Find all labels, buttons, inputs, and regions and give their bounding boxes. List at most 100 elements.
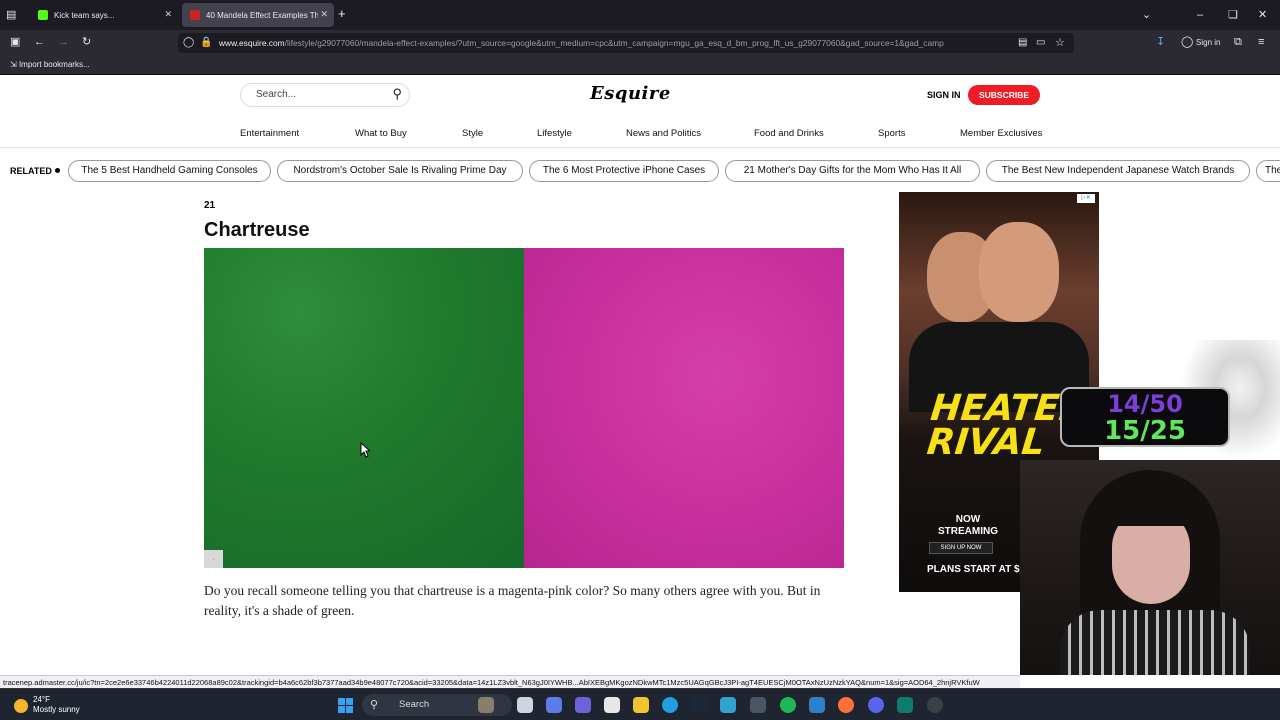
browser-nav-bar: ▣ ← → ↻ ◯ 🔒 www.esquire.com/lifestyle/g2…: [0, 30, 1280, 56]
nav-item-news-and-politics[interactable]: News and Politics: [626, 128, 701, 139]
lock-icon[interactable]: 🔒: [200, 36, 212, 50]
status-link-url: tracenep.admaster.cc/ju/ic?tn=2ce2e6e337…: [0, 675, 1020, 688]
file-explorer-icon[interactable]: [633, 697, 649, 713]
image-credit-toggle[interactable]: .: [204, 550, 223, 568]
picture-in-picture-icon[interactable]: ▭: [1036, 36, 1045, 50]
related-strip: RELATED The 5 Best Handheld Gaming Conso…: [0, 159, 1280, 183]
related-label-text: RELATED: [10, 166, 52, 176]
ad-sign-up-button[interactable]: SIGN UP NOW: [929, 542, 993, 554]
task-view-icon[interactable]: [517, 697, 533, 713]
search-input[interactable]: [256, 89, 376, 100]
related-pill[interactable]: The 6 Most Protective iPhone Cases: [529, 160, 719, 182]
window-close-icon[interactable]: ✕: [1258, 8, 1267, 22]
menu-hamburger-icon[interactable]: ≡: [1258, 35, 1264, 49]
sign-in-link[interactable]: SIGN IN: [927, 90, 961, 100]
search-icon[interactable]: ⚲: [392, 86, 402, 102]
url-bar[interactable]: ◯ 🔒 www.esquire.com/lifestyle/g29077060/…: [178, 33, 1074, 53]
tab-list-icon[interactable]: ▤: [6, 8, 16, 22]
url-path: /lifestyle/g29077060/mandela-effect-exam…: [284, 38, 944, 48]
url-host: www.esquire.com: [219, 38, 285, 48]
teams-icon[interactable]: [575, 697, 591, 713]
score-counter: 14/50 15/25: [1060, 387, 1230, 447]
streamer-bangs: [1104, 490, 1198, 526]
import-bookmarks-link[interactable]: ⇲ Import bookmarks...: [10, 60, 90, 69]
webcam-feed: [1020, 460, 1280, 675]
obs-icon[interactable]: [927, 697, 943, 713]
bookmark-star-icon[interactable]: ☆: [1055, 36, 1065, 50]
forward-arrow-icon[interactable]: →: [58, 35, 69, 49]
related-dot: [54, 168, 60, 173]
reload-icon[interactable]: ↻: [82, 35, 91, 49]
shield-icon[interactable]: ◯: [183, 36, 194, 50]
green-swatch-image: [204, 248, 524, 568]
weather-temperature[interactable]: 24°F: [33, 695, 50, 704]
mouse-cursor-icon: [360, 442, 370, 458]
nav-item-what-to-buy[interactable]: What to Buy: [355, 128, 407, 139]
tab-esquire[interactable]: 40 Mandela Effect Examples Th ✕: [182, 3, 334, 27]
search-highlight-icon[interactable]: [478, 697, 494, 713]
firefox-icon[interactable]: [838, 697, 854, 713]
counter-top: 14/50: [1107, 390, 1183, 418]
browser-sign-in[interactable]: Sign in: [1196, 38, 1220, 47]
nav-item-entertainment[interactable]: Entertainment: [240, 128, 299, 139]
taskbar-search-label: Search: [399, 699, 430, 710]
list-all-tabs-chevron-down-icon[interactable]: ⌄: [1142, 8, 1151, 22]
nav-item-sports[interactable]: Sports: [878, 128, 905, 139]
store-icon[interactable]: [604, 697, 620, 713]
import-bookmarks-label: Import bookmarks...: [18, 60, 90, 69]
sidebar-icon[interactable]: ▣: [10, 35, 20, 49]
nav-item-lifestyle[interactable]: Lifestyle: [537, 128, 572, 139]
app-icon[interactable]: [750, 697, 766, 713]
ad-person-image: [979, 222, 1059, 322]
related-pill[interactable]: The Best New Independent Japanese Watch …: [986, 160, 1250, 182]
nav-item-food-and-drinks[interactable]: Food and Drinks: [754, 128, 824, 139]
import-icon: ⇲: [10, 60, 19, 69]
new-tab-icon[interactable]: +: [338, 7, 346, 21]
windows-taskbar: 24°F Mostly sunny ⚲ Search: [0, 688, 1280, 720]
main-nav: Entertainment What to Buy Style Lifestyl…: [0, 125, 1280, 147]
slide-caption: Do you recall someone telling you that c…: [204, 583, 821, 618]
maximize-icon[interactable]: ❏: [1228, 8, 1238, 22]
spotify-icon[interactable]: [780, 697, 796, 713]
url-text[interactable]: www.esquire.com/lifestyle/g29077060/mand…: [219, 38, 1009, 48]
tab-kick-label: Kick team says...: [54, 10, 115, 20]
steam-icon[interactable]: [691, 697, 707, 713]
edge-icon[interactable]: [662, 697, 678, 713]
ad-now-streaming: NOW STREAMING: [938, 514, 998, 537]
site-search[interactable]: ⚲: [240, 83, 410, 107]
reader-view-icon[interactable]: ▤: [1018, 36, 1027, 50]
nav-item-style[interactable]: Style: [462, 128, 483, 139]
tab-kick[interactable]: Kick team says... ✕: [30, 3, 178, 27]
extensions-icon[interactable]: ⧉: [1234, 35, 1242, 49]
tab-esquire-label: 40 Mandela Effect Examples Th: [206, 10, 318, 20]
account-icon[interactable]: ◯: [1181, 35, 1193, 49]
copilot-icon[interactable]: [546, 697, 562, 713]
weather-condition[interactable]: Mostly sunny: [33, 705, 80, 714]
search-icon: ⚲: [370, 699, 379, 711]
downloads-icon[interactable]: ↧: [1156, 35, 1165, 49]
slide-number: 21: [204, 200, 216, 211]
subscribe-button[interactable]: SUBSCRIBE: [968, 85, 1040, 105]
slack-icon[interactable]: [720, 697, 736, 713]
sun-weather-icon[interactable]: [14, 699, 28, 713]
minimize-icon[interactable]: –: [1197, 8, 1203, 22]
ad-plans-text: PLANS START AT $: [927, 564, 1020, 575]
related-pill[interactable]: The: [1256, 160, 1280, 182]
terminal-icon[interactable]: [897, 697, 913, 713]
related-pill[interactable]: 21 Mother's Day Gifts for the Mom Who Ha…: [725, 160, 980, 182]
related-label: RELATED: [10, 166, 60, 176]
esquire-logo[interactable]: Esquire: [590, 83, 690, 104]
photos-icon[interactable]: [809, 697, 825, 713]
discord-icon[interactable]: [868, 697, 884, 713]
tab-close-icon[interactable]: ✕: [164, 9, 172, 20]
slide-title: Chartreuse: [204, 219, 310, 241]
back-arrow-icon[interactable]: ←: [34, 35, 45, 49]
adchoices-icon[interactable]: ▷✕: [1077, 194, 1095, 203]
related-pill[interactable]: Nordstrom's October Sale Is Rivaling Pri…: [277, 160, 523, 182]
related-pill[interactable]: The 5 Best Handheld Gaming Consoles: [68, 160, 271, 182]
tab-close-icon[interactable]: ✕: [320, 9, 328, 20]
nav-item-member-exclusives[interactable]: Member Exclusives: [960, 128, 1042, 139]
windows-start-icon[interactable]: [338, 698, 353, 713]
nav-divider: [0, 147, 1280, 148]
esquire-favicon-icon: [190, 10, 200, 20]
